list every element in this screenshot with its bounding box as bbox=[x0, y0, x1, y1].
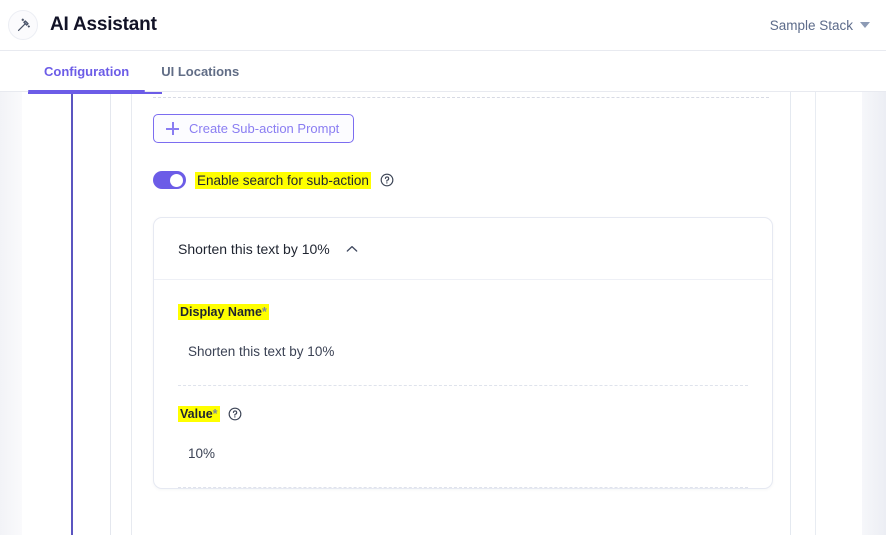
enable-search-toggle-row: Enable search for sub-action bbox=[153, 171, 773, 189]
sub-action-card: Shorten this text by 10% Display Name* S… bbox=[153, 217, 773, 489]
nesting-rail-level-2 bbox=[110, 92, 111, 535]
value-field-value[interactable]: 10% bbox=[188, 446, 748, 461]
display-name-label-text: Display Name* bbox=[178, 304, 269, 320]
nesting-rail-right-2 bbox=[815, 92, 816, 535]
page-title: AI Assistant bbox=[50, 14, 157, 35]
value-label: Value* bbox=[178, 406, 220, 422]
value-label-text: Value* bbox=[178, 406, 220, 422]
display-name-value[interactable]: Shorten this text by 10% bbox=[188, 344, 748, 359]
tab-configuration[interactable]: Configuration bbox=[28, 51, 146, 92]
value-label-row: Value* bbox=[178, 406, 748, 422]
group-bracket-line bbox=[28, 92, 162, 94]
value-required-marker: * bbox=[212, 407, 218, 421]
sub-action-card-body: Display Name* Shorten this text by 10% V… bbox=[154, 280, 772, 488]
section-divider bbox=[153, 97, 769, 98]
nesting-rail-primary bbox=[71, 92, 73, 535]
display-name-label-row: Display Name* bbox=[178, 304, 748, 320]
nesting-rail-right-1 bbox=[790, 92, 791, 535]
sub-action-card-header[interactable]: Shorten this text by 10% bbox=[154, 218, 772, 280]
enable-search-toggle-text: Enable search for sub-action bbox=[195, 171, 371, 189]
tab-configuration-label: Configuration bbox=[44, 63, 130, 79]
enable-search-toggle[interactable] bbox=[153, 171, 186, 189]
create-sub-action-prompt-button[interactable]: Create Sub-action Prompt bbox=[153, 114, 355, 143]
tab-ui-locations[interactable]: UI Locations bbox=[145, 51, 255, 91]
magic-wand-icon bbox=[8, 10, 38, 40]
question-mark-circle-icon[interactable] bbox=[380, 173, 394, 187]
stack-selector[interactable]: Sample Stack bbox=[770, 18, 870, 33]
editor-canvas: Create Sub-action Prompt Enable search f… bbox=[0, 92, 886, 535]
sub-action-card-title: Shorten this text by 10% bbox=[178, 240, 330, 257]
field-separator-2 bbox=[178, 487, 748, 488]
stack-selector-label: Sample Stack bbox=[769, 17, 853, 33]
value-question-mark-circle-icon[interactable] bbox=[228, 407, 242, 421]
tab-ui-locations-label: UI Locations bbox=[161, 63, 240, 79]
display-name-required-marker: * bbox=[261, 305, 267, 319]
plus-icon bbox=[166, 122, 179, 135]
value-label-inner: Value bbox=[180, 407, 213, 421]
chevron-down-icon bbox=[860, 22, 870, 28]
display-name-label-inner: Display Name bbox=[180, 305, 262, 319]
tab-bar: Configuration UI Locations bbox=[0, 51, 886, 92]
display-name-label: Display Name* bbox=[178, 304, 269, 320]
configuration-panel: Create Sub-action Prompt Enable search f… bbox=[153, 114, 773, 489]
app-root: AI Assistant Sample Stack Configuration … bbox=[0, 0, 886, 535]
editor-sheet: Create Sub-action Prompt Enable search f… bbox=[0, 92, 886, 535]
field-separator-1 bbox=[178, 385, 748, 386]
nesting-rail-level-3 bbox=[131, 92, 132, 535]
chevron-up-icon[interactable] bbox=[344, 241, 360, 257]
create-sub-action-prompt-label: Create Sub-action Prompt bbox=[189, 121, 340, 136]
app-header: AI Assistant Sample Stack bbox=[0, 0, 886, 51]
enable-search-toggle-label: Enable search for sub-action bbox=[195, 171, 371, 189]
toggle-knob bbox=[170, 173, 183, 187]
